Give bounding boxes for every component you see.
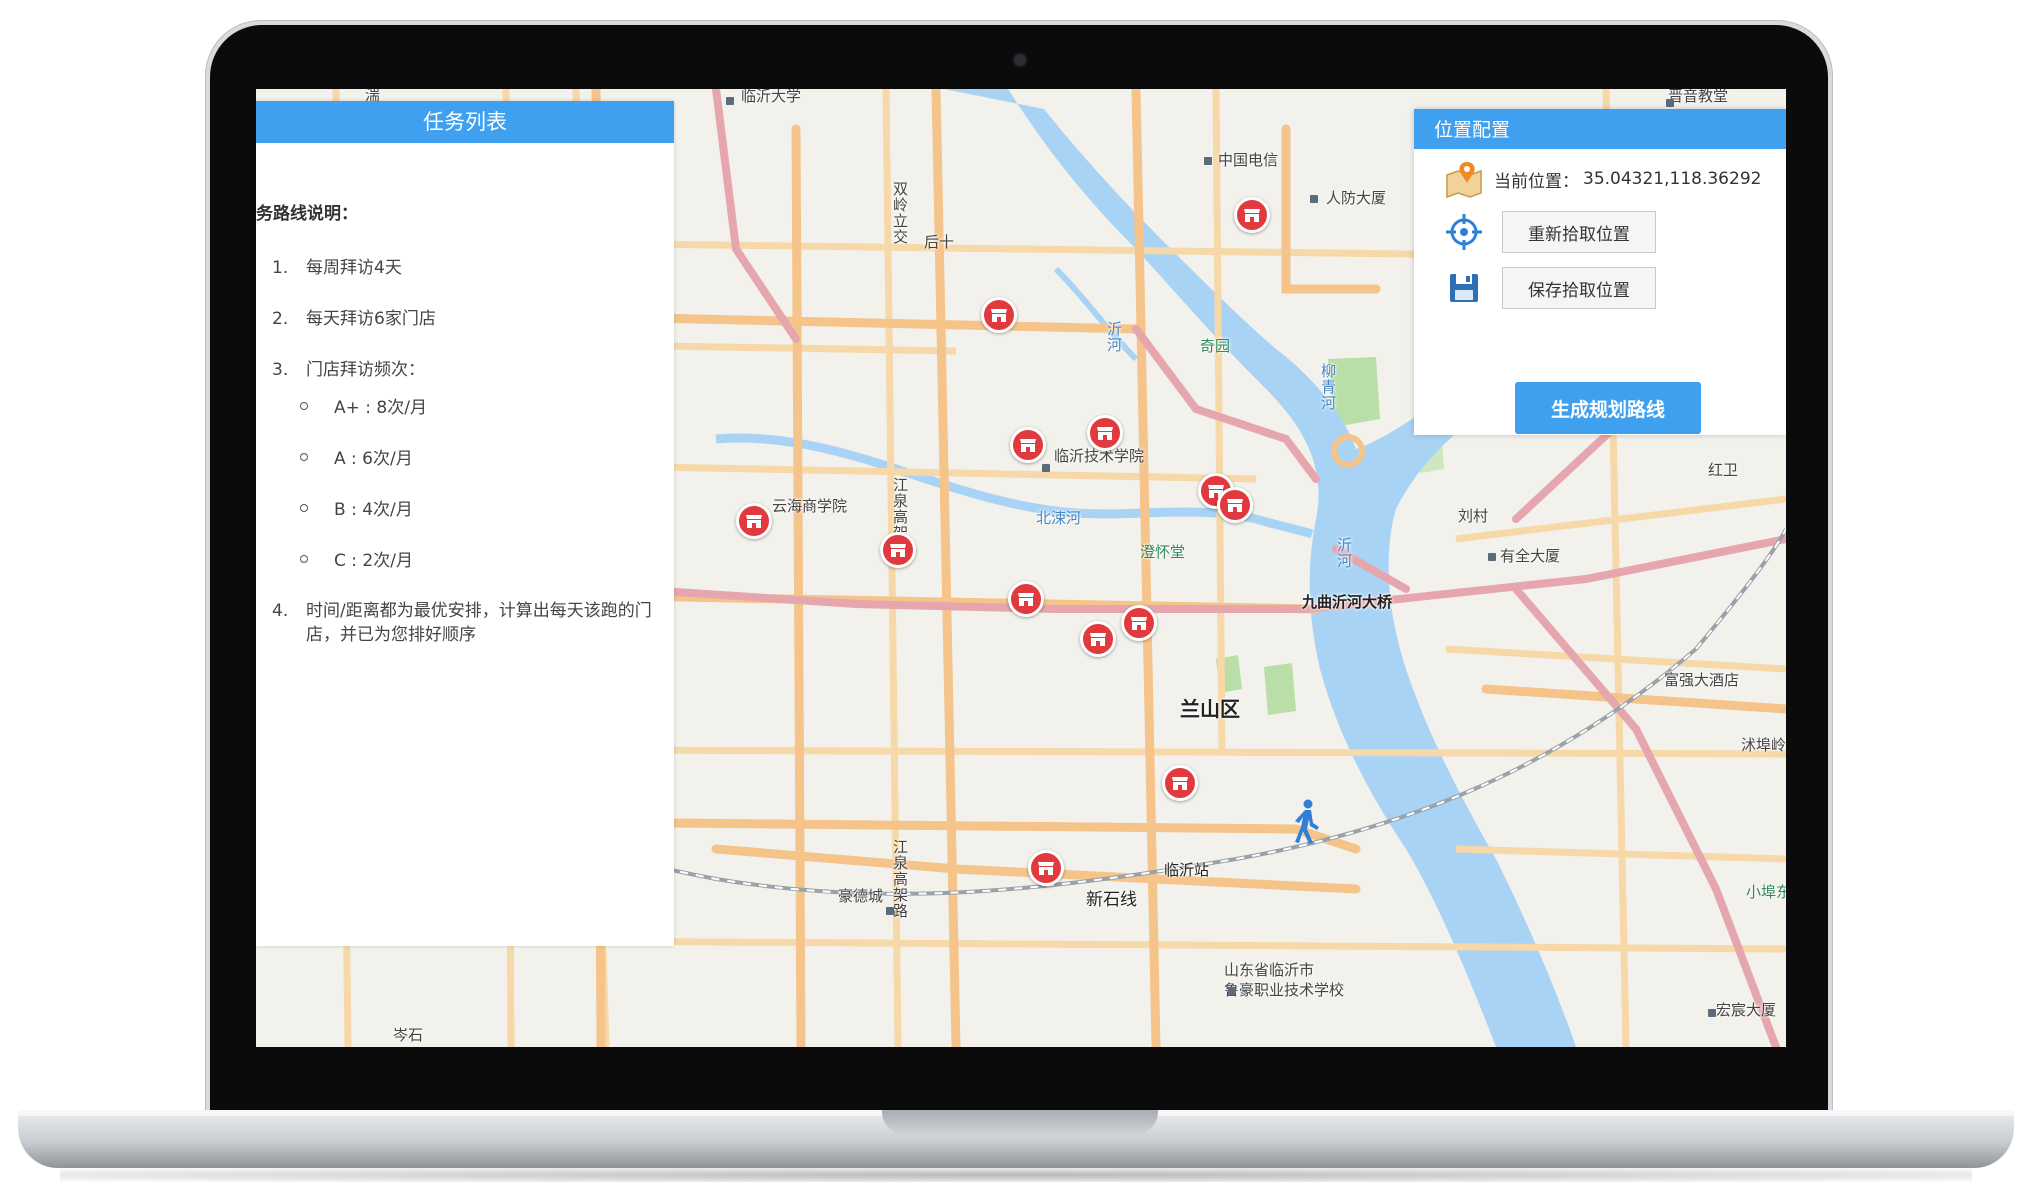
store-icon xyxy=(1244,209,1260,222)
current-location-label: 当前位置： xyxy=(1494,171,1579,192)
bullet-icon xyxy=(300,402,308,410)
store-icon xyxy=(1018,593,1034,606)
map-label-yi-river-2: 沂河 xyxy=(1335,537,1353,569)
frequency-item: A+ : 8次/月 xyxy=(300,393,427,418)
store-marker[interactable] xyxy=(1162,765,1198,801)
map-label-liuqing-river: 柳青河 xyxy=(1319,363,1337,411)
store-marker[interactable] xyxy=(1087,415,1123,451)
floppy-save-icon xyxy=(1444,268,1484,308)
store-marker[interactable] xyxy=(736,503,772,539)
frequency-item: B : 4次/月 xyxy=(300,495,413,520)
generate-route-button[interactable]: 生成规划路线 xyxy=(1515,382,1701,434)
location-config-panel: 位置配置 当前位置： 35.04321,118.36292 重新拾取位置 保存拾… xyxy=(1414,109,1786,435)
store-icon xyxy=(746,515,762,528)
poi-icon xyxy=(1666,99,1674,107)
poi-icon xyxy=(1488,553,1496,561)
map-label-liucun: 刘村 xyxy=(1458,507,1489,525)
map-label-xiaopo: 小埠东 xyxy=(1746,883,1786,901)
store-icon xyxy=(1097,427,1113,440)
map-label-top-right: 晋音教堂 xyxy=(1668,89,1729,105)
map-label-yi-river: 沂河 xyxy=(1105,321,1123,353)
location-config-title: 位置配置 xyxy=(1414,109,1786,149)
map-label-luhao-school-2: 鲁豪职业技术学校 xyxy=(1224,981,1345,999)
frequency-item: C : 2次/月 xyxy=(300,546,413,571)
store-marker[interactable] xyxy=(1234,197,1270,233)
poi-icon xyxy=(1204,157,1212,165)
current-location-value: 35.04321,118.36292 xyxy=(1583,169,1762,189)
map-label-fuqiang: 富强大酒店 xyxy=(1664,671,1740,689)
poi-icon xyxy=(1708,1009,1716,1017)
map-label-linyi-univ: 临沂大学 xyxy=(741,89,802,105)
crosshair-icon xyxy=(1444,212,1484,252)
store-icon xyxy=(991,309,1007,322)
frequency-item: A : 6次/月 xyxy=(300,444,413,469)
map-label-hongwei: 红卫 xyxy=(1708,461,1739,479)
store-marker[interactable] xyxy=(1217,487,1253,523)
store-marker[interactable] xyxy=(880,532,916,568)
save-location-row: 保存拾取位置 xyxy=(1444,267,1656,309)
task-item-2: 2. 每天拜访6家门店 xyxy=(272,309,436,329)
map-label-linyi-station: 临沂站 xyxy=(1164,861,1210,879)
store-icon xyxy=(1090,633,1106,646)
map-label-district: 兰山区 xyxy=(1180,697,1240,721)
map-label-mufuling: 沭埠岭 xyxy=(1741,736,1786,754)
store-marker[interactable] xyxy=(1121,605,1157,641)
route-description-heading: 务路线说明： xyxy=(256,204,358,224)
store-marker[interactable] xyxy=(1008,581,1044,617)
map-pin-icon xyxy=(1444,159,1484,199)
current-location-row: 当前位置： 35.04321,118.36292 xyxy=(1444,159,1761,199)
store-icon xyxy=(1227,499,1243,512)
store-icon xyxy=(1038,862,1054,875)
poi-icon xyxy=(1042,464,1050,472)
repick-location-row: 重新拾取位置 xyxy=(1444,211,1656,253)
walking-person-icon[interactable] xyxy=(1291,799,1321,845)
map-label-china-telecom: 中国电信 xyxy=(1218,151,1279,169)
map-label-luhao-school-1: 山东省临沂市 xyxy=(1224,961,1315,979)
map-label-renfang: 人防大厦 xyxy=(1326,189,1387,207)
camera-icon xyxy=(1014,54,1026,66)
map-label-houshi: 后十 xyxy=(924,233,955,251)
store-marker[interactable] xyxy=(1028,850,1064,886)
task-item-1: 1. 每周拜访4天 xyxy=(272,258,402,278)
laptop-notch xyxy=(882,1110,1158,1134)
task-item-3: 3. 门店拜访频次： xyxy=(272,360,425,380)
map-label-jiuqu-bridge: 九曲沂河大桥 xyxy=(1302,593,1393,611)
bullet-icon xyxy=(300,453,308,461)
poi-icon xyxy=(726,97,734,105)
task-list-panel: 任务列表 务路线说明： 1. 每周拜访4天 2. 每天拜访6家门店 3. 门店拜访频次… xyxy=(256,101,674,946)
store-icon xyxy=(1172,777,1188,790)
poi-icon xyxy=(1310,195,1318,203)
map-label-beitao-river: 北涑河 xyxy=(1036,509,1082,527)
app-screen: 临沂大学 晋音教堂 中国电信 人防大厦 双岭立交 后十 沂河 奇园 柳青河 临沂… xyxy=(256,89,1786,1047)
map-label-hongyuan: 宏宸大厦 xyxy=(1716,1001,1777,1019)
task-item-4: 4. 时间/距离都为最优安排，计算出每天该跑的门店，并已为您排好顺序 xyxy=(272,601,652,645)
map-label-censhi: 岑石 xyxy=(393,1026,424,1044)
bullet-icon xyxy=(300,504,308,512)
repick-location-button[interactable]: 重新拾取位置 xyxy=(1502,211,1656,253)
map-label-yunhai: 云海商学院 xyxy=(772,497,848,515)
task-list-title: 任务列表 xyxy=(256,101,674,143)
poi-icon xyxy=(1228,987,1236,995)
map-label-zhihuaitang: 澄怀堂 xyxy=(1140,543,1186,561)
bullet-icon xyxy=(300,555,308,563)
store-marker[interactable] xyxy=(981,297,1017,333)
save-location-button[interactable]: 保存拾取位置 xyxy=(1502,267,1656,309)
laptop-shadow xyxy=(60,1168,1972,1182)
map-label-qiyuan: 奇园 xyxy=(1200,337,1231,355)
map-label-shuanglingjiao: 双岭立交 xyxy=(891,181,909,245)
store-icon xyxy=(890,544,906,557)
store-icon xyxy=(1020,439,1036,452)
store-icon xyxy=(1131,617,1147,630)
map-label-youquan: 有全大厦 xyxy=(1500,547,1561,565)
store-marker[interactable] xyxy=(1080,621,1116,657)
store-marker[interactable] xyxy=(1010,427,1046,463)
poi-icon xyxy=(886,907,894,915)
map-label-haodecheng: 豪德城 xyxy=(838,887,884,905)
map-label-xinshi-line: 新石线 xyxy=(1086,890,1137,910)
